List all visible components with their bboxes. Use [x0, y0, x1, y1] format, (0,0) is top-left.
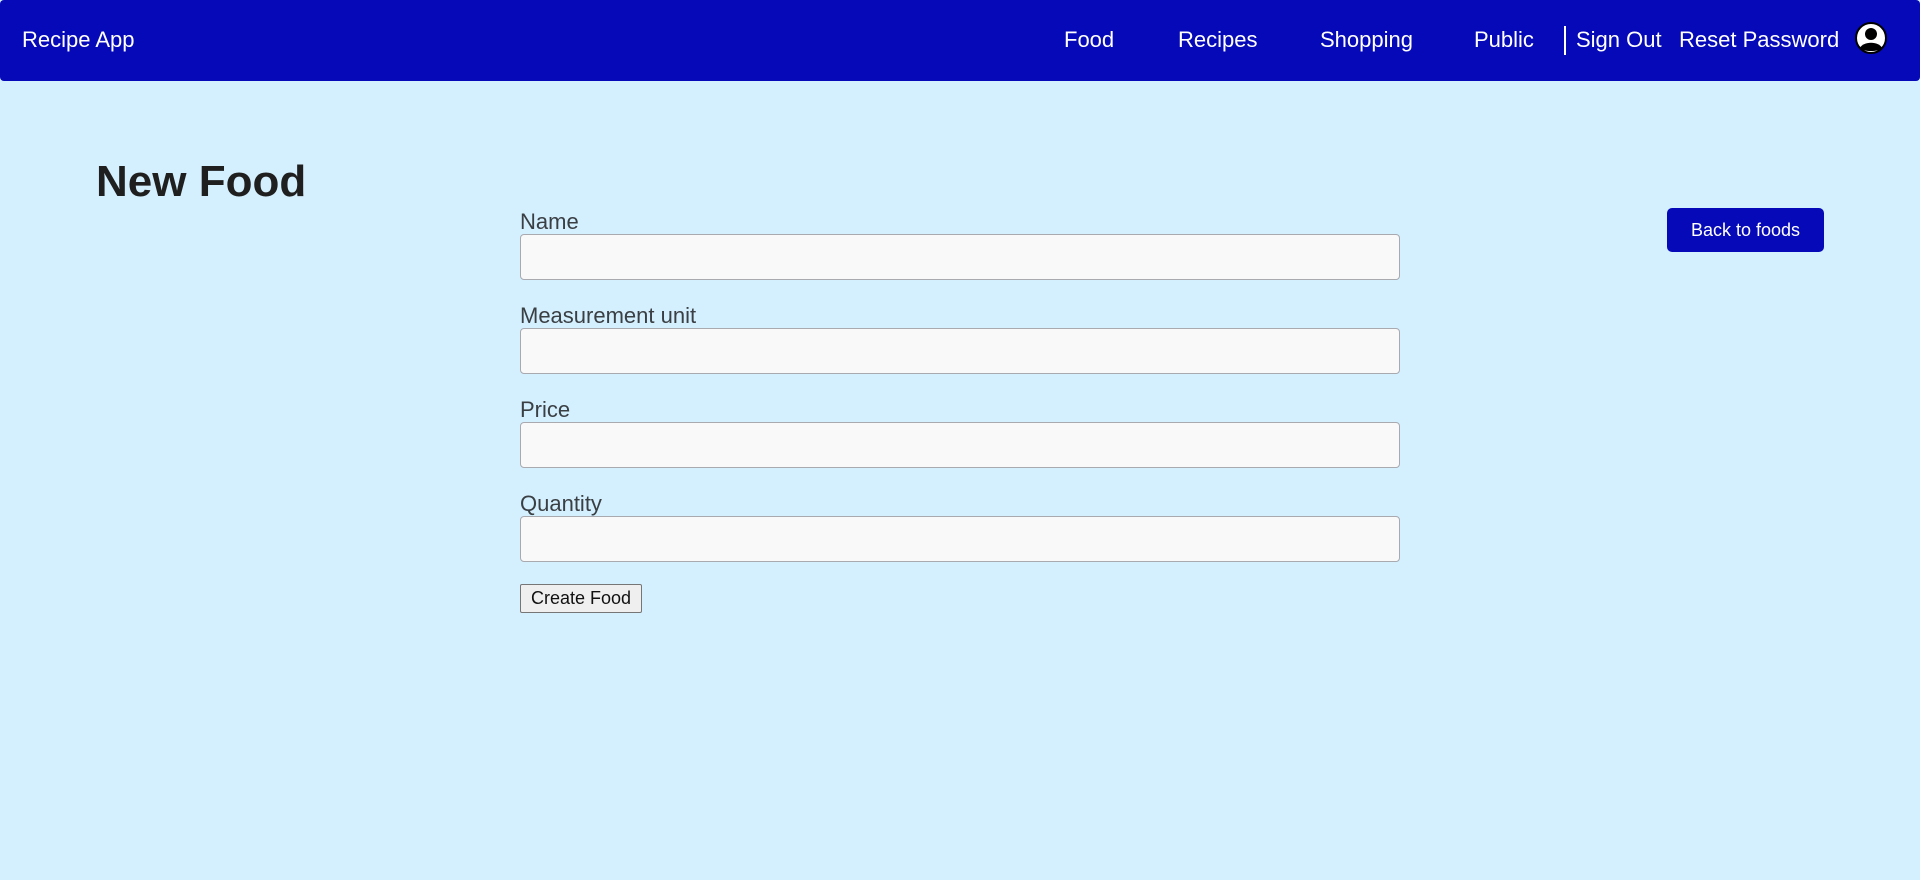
measurement-unit-label: Measurement unit: [520, 303, 697, 328]
quantity-input[interactable]: [520, 516, 1400, 562]
nav-link-reset-password[interactable]: Reset Password: [1679, 27, 1839, 53]
nav-link-food[interactable]: Food: [1064, 27, 1114, 53]
quantity-label: Quantity: [520, 491, 602, 516]
nav-link-sign-out[interactable]: Sign Out: [1576, 27, 1662, 53]
nav-link-public[interactable]: Public: [1474, 27, 1534, 53]
nav-link-shopping[interactable]: Shopping: [1320, 27, 1413, 53]
brand-link[interactable]: Recipe App: [22, 27, 135, 53]
name-label: Name: [520, 209, 579, 234]
nav-link-recipes[interactable]: Recipes: [1178, 27, 1257, 53]
avatar-svg: [1855, 22, 1887, 54]
nav-divider: [1564, 26, 1566, 55]
measurement-unit-input[interactable]: [520, 328, 1400, 374]
top-navbar: Recipe App Food Recipes Shopping Public …: [0, 0, 1920, 81]
page-title: New Food: [96, 157, 307, 206]
create-food-button[interactable]: Create Food: [520, 584, 642, 613]
user-avatar-icon[interactable]: [1855, 22, 1887, 54]
back-to-foods-button[interactable]: Back to foods: [1667, 208, 1824, 252]
price-input[interactable]: [520, 422, 1400, 468]
name-input[interactable]: [520, 234, 1400, 280]
price-label: Price: [520, 397, 571, 422]
